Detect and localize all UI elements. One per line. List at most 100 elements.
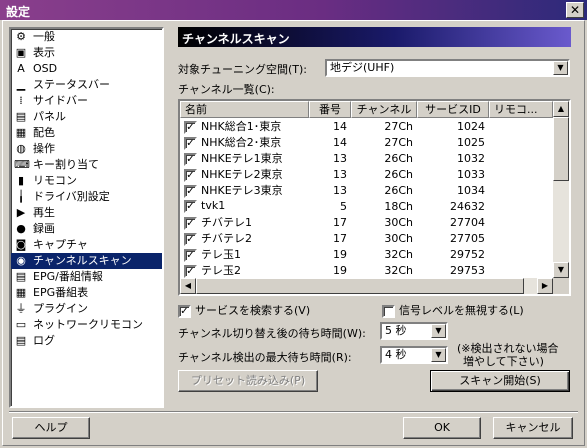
scroll-down-icon[interactable]: ▼ xyxy=(553,262,569,278)
channel-checkbox[interactable]: ✓ xyxy=(184,168,197,182)
sidebar-item-label: 表示 xyxy=(33,46,55,59)
channel-physical: 18Ch xyxy=(384,199,413,213)
channel-name-cell: ✓ チバテレ1 xyxy=(180,214,309,230)
channel-row[interactable]: ✓ テレ玉2 19 32Ch 29753 xyxy=(180,262,553,278)
max-wait-select[interactable]: 4 秒 ▼ xyxy=(380,346,448,364)
search-services-checkbox[interactable]: ✓ サービスを検索する(V) xyxy=(178,302,310,318)
channel-service-id: 24632 xyxy=(450,199,485,213)
channel-checkbox[interactable]: ✓ xyxy=(184,199,197,213)
scroll-right-icon[interactable]: ▶ xyxy=(537,278,553,294)
chevron-down-icon[interactable]: ▼ xyxy=(431,348,446,362)
scroll-up-icon[interactable]: ▲ xyxy=(553,101,569,117)
sidebar-item[interactable]: ▮ リモコン xyxy=(11,173,162,189)
channel-number: 14 xyxy=(333,135,347,149)
channel-checkbox[interactable]: ✓ xyxy=(184,264,197,278)
channel-list[interactable]: 名前 番号 チャンネル サービスID リモコ... ✓ NHK総合1･東京 14 27… xyxy=(178,99,571,296)
channel-row[interactable]: ✓ チバテレ1 17 30Ch 27704 xyxy=(180,214,553,230)
channel-physical: 26Ch xyxy=(384,151,413,165)
channel-physical: 27Ch xyxy=(384,119,413,133)
checkbox-box[interactable]: ✓ xyxy=(178,304,191,318)
settings-category-list[interactable]: ⚙ 一般 ▣ 表示 A OSD ▁ ステータスバー ⁞ サイドバー ▤ パネル ▦ 配色 ◍ 操作 ⌨ キー割り当… xyxy=(9,27,164,408)
channel-checkbox[interactable]: ✓ xyxy=(184,232,197,246)
channel-checkbox[interactable]: ✓ xyxy=(184,152,197,166)
sidebar-item[interactable]: ⏚ プラグイン xyxy=(11,301,162,317)
channel-service-id: 1024 xyxy=(457,119,485,133)
channel-checkbox[interactable]: ✓ xyxy=(184,120,197,134)
sidebar-item[interactable]: ● 録画 xyxy=(11,221,162,237)
channel-row[interactable]: ✓ NHKEテレ2東京 13 26Ch 1033 xyxy=(180,166,553,182)
sidebar-item[interactable]: ◍ 操作 xyxy=(11,141,162,157)
channel-row[interactable]: ✓ チバテレ2 17 30Ch 27705 xyxy=(180,230,553,246)
sidebar-item-label: 録画 xyxy=(33,222,55,235)
sidebar-item[interactable]: ▤ ログ xyxy=(11,333,162,349)
sidebar-item-label: キー割り当て xyxy=(33,158,99,171)
channel-row[interactable]: ✓ NHKEテレ3東京 13 26Ch 1034 xyxy=(180,182,553,198)
column-number[interactable]: 番号 xyxy=(309,101,351,118)
channel-row[interactable]: ✓ NHKEテレ1東京 13 26Ch 1032 xyxy=(180,150,553,166)
chevron-down-icon[interactable]: ▼ xyxy=(553,61,568,75)
sidebar-item[interactable]: A OSD xyxy=(11,61,162,77)
scroll-left-icon[interactable]: ◀ xyxy=(180,278,196,294)
sidebar-item[interactable]: ▦ EPG番組表 xyxy=(11,285,162,301)
channel-checkbox[interactable]: ✓ xyxy=(184,136,197,150)
column-service-id[interactable]: サービスID xyxy=(417,101,489,118)
channel-number: 13 xyxy=(333,183,347,197)
tuning-space-select[interactable]: 地デジ(UHF) ▼ xyxy=(325,59,570,77)
statusbar-icon: ▁ xyxy=(16,78,26,91)
sidebar-item[interactable]: ▦ 配色 xyxy=(11,125,162,141)
channel-service-id: 27704 xyxy=(450,215,485,229)
channel-row[interactable]: ✓ テレ玉1 19 32Ch 29752 xyxy=(180,246,553,262)
channel-name: NHK総合1･東京 xyxy=(201,120,282,133)
search-services-label: サービスを検索する(V) xyxy=(195,304,311,317)
cancel-button[interactable]: キャンセル xyxy=(493,417,573,439)
load-preset-button[interactable]: プリセット読み込み(P) xyxy=(178,370,318,392)
column-channel[interactable]: チャンネル xyxy=(351,101,417,118)
start-scan-button[interactable]: スキャン開始(S) xyxy=(430,370,570,392)
sidebar-item[interactable]: ▶ 再生 xyxy=(11,205,162,221)
column-remote[interactable]: リモコ... xyxy=(489,101,553,118)
channel-checkbox[interactable]: ✓ xyxy=(184,248,197,262)
sidebar-item[interactable]: ▭ ネットワークリモコン xyxy=(11,317,162,333)
channel-name-cell: ✓ テレ玉2 xyxy=(180,262,309,278)
sidebar-item[interactable]: ▣ 表示 xyxy=(11,45,162,61)
sidebar-item[interactable]: ╽ ドライバ別設定 xyxy=(11,189,162,205)
ignore-signal-checkbox[interactable]: 信号レベルを無視する(L) xyxy=(382,302,524,318)
sidebar-item[interactable]: ▤ EPG/番組情報 xyxy=(11,269,162,285)
scroll-thumb[interactable] xyxy=(553,117,569,181)
checkbox-box[interactable] xyxy=(382,304,395,318)
channel-number: 19 xyxy=(333,247,347,261)
channel-name-cell: ✓ tvk1 xyxy=(180,199,309,213)
chevron-down-icon[interactable]: ▼ xyxy=(431,324,446,338)
channel-checkbox[interactable]: ✓ xyxy=(184,216,197,230)
sidebar-item[interactable]: ◙ キャプチャ xyxy=(11,237,162,253)
vertical-scrollbar[interactable]: ▲ ▼ xyxy=(553,101,569,278)
wait-after-switch-value: 5 秒 xyxy=(385,324,407,337)
channel-name: テレ玉2 xyxy=(201,264,241,277)
sidebar-item[interactable]: ⚙ 一般 xyxy=(11,29,162,45)
channel-service-id: 1033 xyxy=(457,167,485,181)
epg-icon: ▤ xyxy=(15,270,27,283)
channel-physical: 26Ch xyxy=(384,183,413,197)
sidebar-item[interactable]: ▁ ステータスバー xyxy=(11,77,162,93)
sidebar-item[interactable]: ⌨ キー割り当て xyxy=(11,157,162,173)
channel-name: NHKEテレ3東京 xyxy=(201,184,283,197)
sidebar-item[interactable]: ⁞ サイドバー xyxy=(11,93,162,109)
wait-after-switch-select[interactable]: 5 秒 ▼ xyxy=(380,322,448,340)
channel-service-id: 27705 xyxy=(450,231,485,245)
horizontal-scrollbar[interactable]: ◀ ▶ xyxy=(180,278,553,294)
sidebar-item[interactable]: ▤ パネル xyxy=(11,109,162,125)
sidebar-item[interactable]: ◉ チャンネルスキャン xyxy=(11,253,162,269)
sidebar-item-label: サイドバー xyxy=(33,94,88,107)
panel-icon: ▤ xyxy=(15,110,27,123)
channel-number: 17 xyxy=(333,215,347,229)
ok-button[interactable]: OK xyxy=(403,417,481,439)
close-icon[interactable]: ✕ xyxy=(566,2,584,18)
help-button[interactable]: ヘルプ xyxy=(12,417,90,439)
channel-row[interactable]: ✓ NHK総合1･東京 14 27Ch 1024 xyxy=(180,118,553,134)
channel-physical: 27Ch xyxy=(384,135,413,149)
channel-row[interactable]: ✓ NHK総合2･東京 14 27Ch 1025 xyxy=(180,134,553,150)
channel-checkbox[interactable]: ✓ xyxy=(184,184,197,198)
hscroll-thumb[interactable] xyxy=(196,278,524,294)
column-name[interactable]: 名前 xyxy=(180,101,309,118)
channel-row[interactable]: ✓ tvk1 5 18Ch 24632 xyxy=(180,198,553,214)
